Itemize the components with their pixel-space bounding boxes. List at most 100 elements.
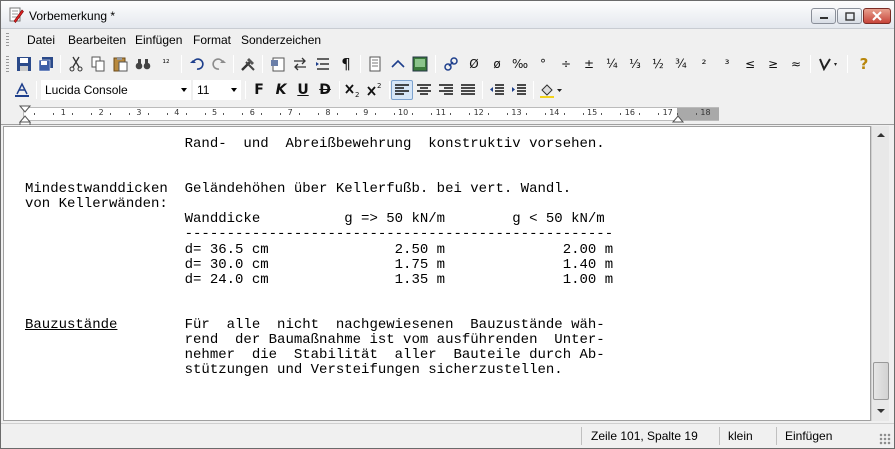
font-name-value: Lucida Console [45,83,128,97]
paste-icon[interactable] [109,54,131,74]
char-less-equal[interactable]: ≤ [739,54,761,74]
align-right-icon[interactable] [435,80,457,100]
ruler-tick [34,113,36,115]
document-line[interactable]: d= 30.0 cm 1.75 m 1.40 m [25,258,613,272]
ruler-tick [299,113,301,115]
pilcrow-icon[interactable]: ¶ [335,54,357,74]
tools-icon[interactable] [237,54,259,74]
ruler-tick [431,113,433,115]
italic-button[interactable]: K [270,80,292,100]
char-diameter-upper[interactable]: Ø [463,54,485,74]
right-indent-marker-icon[interactable] [672,111,684,123]
document-line[interactable]: rend der Baumaßnahme ist vom ausführende… [25,333,605,347]
align-left-icon[interactable] [391,80,413,100]
strikethrough-button[interactable]: D [314,80,336,100]
svg-text:2: 2 [355,91,359,98]
ruler-tick [658,113,660,115]
char-cubed[interactable]: ³ [716,54,738,74]
document-line[interactable]: Rand- und Abreißbewehrung konstruktiv vo… [25,137,605,151]
maximize-button[interactable] [837,8,862,24]
image-icon[interactable] [409,54,431,74]
ruler-number: 5 [212,108,218,117]
numbering-icon[interactable]: ¹² [155,54,177,74]
subscript-icon[interactable]: 2 [342,80,364,100]
document-line[interactable]: d= 24.0 cm 1.35 m 1.00 m [25,273,613,287]
indent-list-icon[interactable] [312,54,334,74]
resize-grip-icon[interactable] [879,433,891,445]
char-divide[interactable]: ÷ [555,54,577,74]
title-bar[interactable]: Vorbemerkung * [1,1,894,29]
ruler-tick [620,113,622,115]
ruler-number: 16 [624,108,635,117]
spellcheck-dropdown[interactable] [815,54,843,74]
left-indent-marker-icon[interactable] [19,105,31,125]
highlight-dropdown[interactable] [537,80,565,100]
document-line[interactable]: d= 36.5 cm 2.50 m 2.00 m [25,243,613,257]
ruler[interactable]: 1 2 3 4 5 6 7 8 9 10 11 12 13 14 15 16 17 18 [1,103,894,125]
scroll-up-button[interactable] [873,127,889,143]
menu-grip[interactable] [6,33,9,47]
document-line[interactable]: nehmer die Stabilität aller Bauteile dur… [25,348,605,362]
menu-datei[interactable]: Datei [27,33,55,47]
document-line[interactable]: Mindestwanddicken Geländehöhen über Kell… [25,182,571,196]
cut-icon[interactable] [65,54,87,74]
document-line[interactable]: Wanddicke g => 50 kN/m g < 50 kN/m [25,212,605,226]
justify-icon[interactable] [457,80,479,100]
document-editor[interactable]: Rand- und Abreißbewehrung konstruktiv vo… [3,126,871,421]
minimize-icon [819,17,828,19]
toolbar-separator [847,55,848,73]
link-icon[interactable] [440,54,462,74]
decrease-indent-icon[interactable] [486,80,508,100]
save-icon[interactable] [13,54,35,74]
redo-icon[interactable] [208,54,230,74]
copy-icon[interactable] [87,54,109,74]
ruler-tick [393,113,395,115]
help-icon[interactable]: ? [853,54,875,74]
save-all-icon[interactable] [35,54,57,74]
scroll-thumb[interactable] [873,362,889,400]
minimize-button[interactable] [811,8,836,24]
close-button[interactable] [863,8,891,24]
font-color-icon[interactable] [11,80,33,100]
document-icon[interactable] [364,54,386,74]
char-plusminus[interactable]: ± [578,54,600,74]
increase-indent-icon[interactable] [508,80,530,100]
menu-einfuegen[interactable]: Einfügen [135,33,182,47]
toolbar-separator [262,55,263,73]
toolbar-grip[interactable] [6,56,9,72]
document-line[interactable]: ----------------------------------------… [25,227,613,241]
menu-bearbeiten[interactable]: Bearbeiten [68,33,126,47]
document-line[interactable]: stützungen und Versteifungen sicherzuste… [25,363,563,377]
menu-sonderzeichen[interactable]: Sonderzeichen [241,33,321,47]
char-diameter-lower[interactable]: ø [486,54,508,74]
font-name-select[interactable]: Lucida Console [41,80,191,100]
char-half[interactable]: ½ [647,54,669,74]
chevron-down-icon [231,88,237,92]
bold-button[interactable]: F [248,80,270,100]
char-greater-equal[interactable]: ≥ [762,54,784,74]
char-permille[interactable]: ‰ [509,54,531,74]
align-center-icon[interactable] [413,80,435,100]
char-quarter[interactable]: ¼ [601,54,623,74]
vertical-scrollbar[interactable] [871,126,889,421]
maximize-icon [844,11,855,21]
ruler-tick [147,113,149,115]
document-line[interactable]: von Kellerwänden: [25,197,168,211]
superscript-icon[interactable]: 2 [364,80,386,100]
char-third[interactable]: ⅓ [624,54,646,74]
pencil-document-icon [9,7,24,23]
font-size-select[interactable]: 11 [193,80,241,100]
undo-icon[interactable] [186,54,208,74]
scroll-down-button[interactable] [873,403,889,419]
char-degree[interactable]: ° [532,54,554,74]
swap-icon[interactable] [289,54,311,74]
properties-icon[interactable] [267,54,289,74]
char-three-quarters[interactable]: ¾ [670,54,692,74]
menu-format[interactable]: Format [193,33,231,47]
chevron-up-icon[interactable] [387,54,409,74]
char-squared[interactable]: ² [693,54,715,74]
find-icon[interactable] [132,54,154,74]
ruler-number: 7 [287,108,293,117]
underline-button[interactable]: U [292,80,314,100]
char-approx[interactable]: ≈ [785,54,807,74]
